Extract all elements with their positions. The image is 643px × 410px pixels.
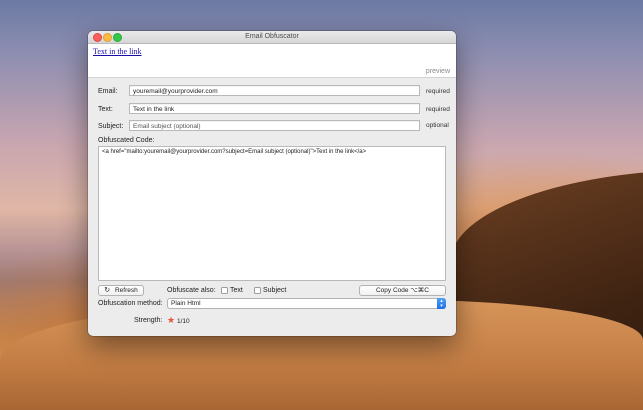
refresh-button-label: Refresh — [114, 287, 138, 294]
obfuscation-method-value: Plain Html — [171, 300, 201, 307]
preview-label: preview — [425, 68, 450, 75]
email-field[interactable]: youremail@yourprovider.com — [129, 85, 420, 96]
strength-label: Strength: — [134, 317, 163, 324]
subject-optional-note: optional — [426, 122, 449, 129]
obfuscated-code-textarea[interactable]: <a href="mailto:youremail@yourprovider.c… — [98, 146, 446, 281]
obfuscate-also-label: Obfuscate also: — [167, 287, 216, 294]
link-text-field[interactable]: Text in the link — [129, 103, 420, 114]
email-required-note: required — [426, 88, 450, 95]
subject-label: Subject: — [98, 123, 124, 130]
star-icon: ★ — [167, 315, 176, 325]
preview-link[interactable]: Text in the link — [93, 47, 142, 56]
text-checkbox[interactable] — [221, 287, 228, 294]
obfuscation-method-label: Obfuscation method: — [98, 300, 163, 307]
email-label: Email: — [98, 88, 118, 95]
window-title: Email Obfuscator — [245, 33, 299, 40]
subject-field[interactable]: Email subject (optional) — [129, 120, 420, 131]
obfuscation-method-select[interactable]: Plain Html ▴ ▾ — [167, 298, 446, 309]
refresh-button[interactable]: ↻ Refresh — [98, 285, 144, 296]
app-window: Email Obfuscator Text in the link previe… — [88, 31, 456, 336]
subject-checkbox[interactable] — [254, 287, 261, 294]
text-checkbox-label: Text — [230, 287, 243, 294]
text-required-note: required — [426, 106, 450, 113]
copy-code-button[interactable]: Copy Code ⌥⌘C — [359, 285, 446, 296]
obfuscated-code-label: Obfuscated Code: — [98, 137, 155, 144]
refresh-icon: ↻ — [104, 287, 111, 294]
subject-checkbox-label: Subject — [263, 287, 287, 294]
text-label: Text: — [98, 106, 113, 113]
preview-pane: Text in the link preview — [88, 44, 456, 78]
strength-value: 1/10 — [177, 318, 190, 325]
chevron-updown-icon: ▴ ▾ — [437, 298, 446, 309]
title-bar[interactable]: Email Obfuscator — [88, 31, 456, 44]
